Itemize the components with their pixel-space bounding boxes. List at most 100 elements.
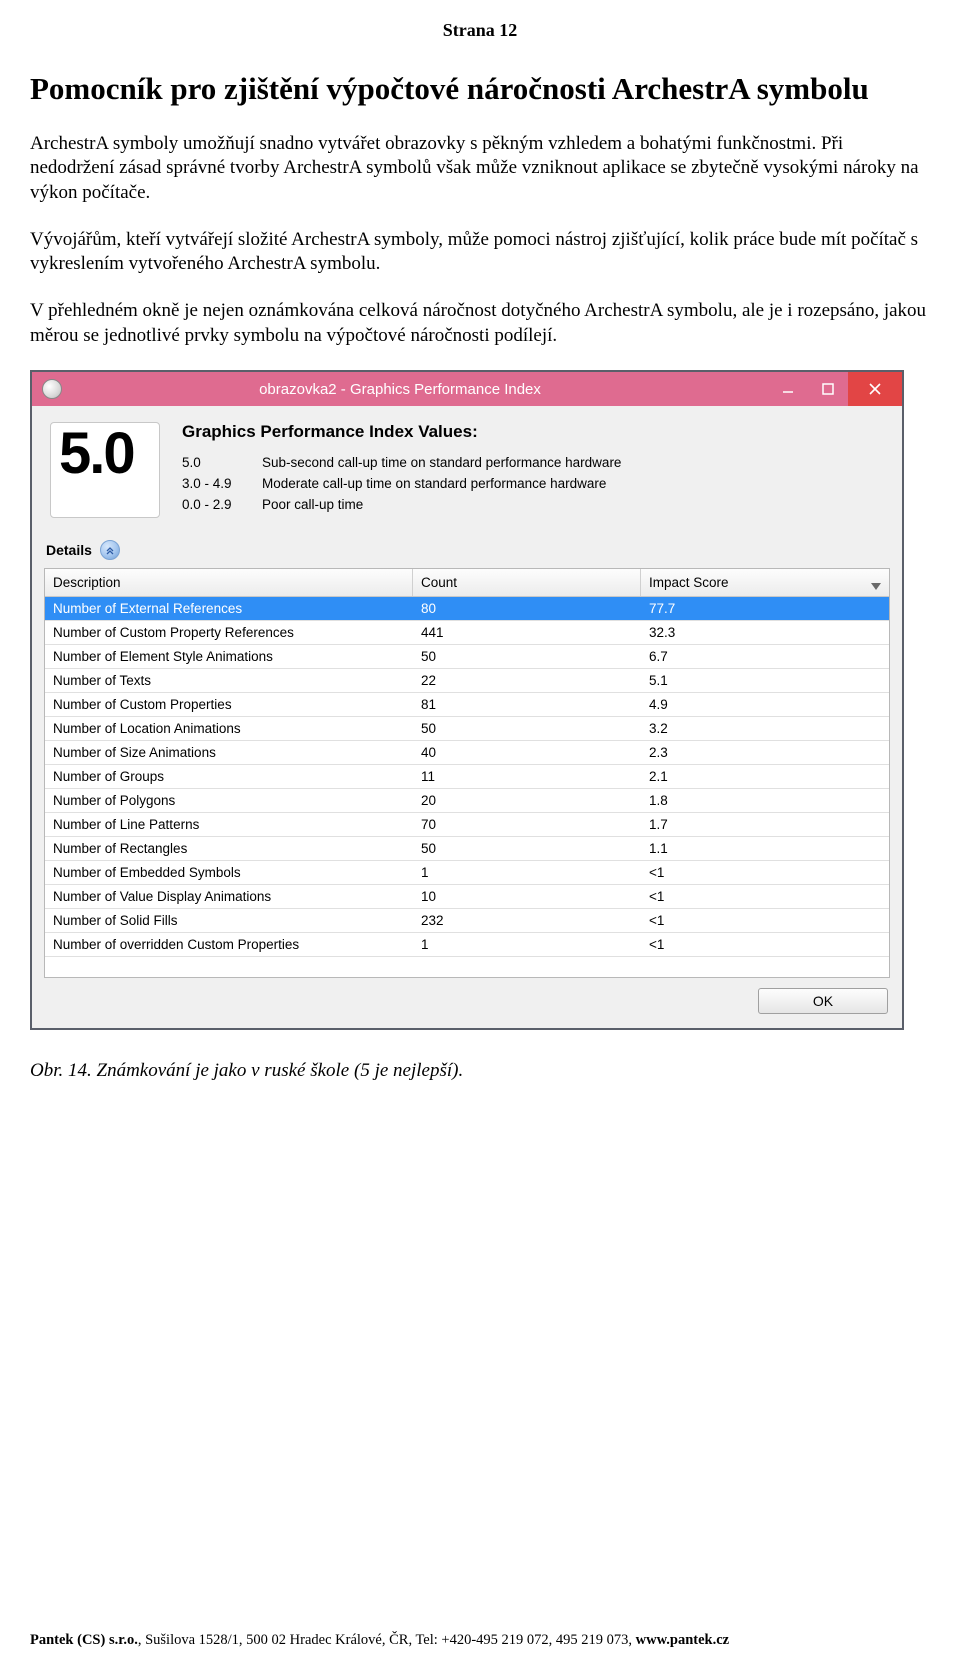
maximize-button[interactable] <box>808 372 848 406</box>
table-row[interactable]: Number of Polygons201.8 <box>45 789 889 813</box>
cell-description: Number of Polygons <box>45 789 413 812</box>
cell-impact-score: <1 <box>641 885 889 908</box>
cell-count: 50 <box>413 717 641 740</box>
table-row[interactable]: Number of Rectangles501.1 <box>45 837 889 861</box>
page-number: Strana 12 <box>30 20 930 41</box>
cell-description: Number of Embedded Symbols <box>45 861 413 884</box>
cell-count: 80 <box>413 597 641 620</box>
cell-description: Number of Groups <box>45 765 413 788</box>
cell-impact-score: 6.7 <box>641 645 889 668</box>
sort-desc-icon <box>871 579 881 594</box>
score-box: 5.0 <box>50 422 160 518</box>
cell-count: 20 <box>413 789 641 812</box>
cell-description: Number of Value Display Animations <box>45 885 413 908</box>
col-header-count[interactable]: Count <box>413 569 641 596</box>
cell-impact-score: <1 <box>641 909 889 932</box>
legend-desc: Moderate call-up time on standard perfor… <box>262 476 606 491</box>
footer-site: www.pantek.cz <box>636 1632 729 1648</box>
cell-description: Number of Rectangles <box>45 837 413 860</box>
cell-description: Number of overridden Custom Properties <box>45 933 413 956</box>
legend-desc: Sub-second call-up time on standard perf… <box>262 455 621 470</box>
cell-description: Number of Element Style Animations <box>45 645 413 668</box>
details-label: Details <box>46 542 92 558</box>
page-footer: Pantek (CS) s.r.o., Sušilova 1528/1, 500… <box>30 1632 930 1649</box>
table-row[interactable]: Number of Groups112.1 <box>45 765 889 789</box>
footer-company: Pantek (CS) s.r.o. <box>30 1632 138 1648</box>
table-row[interactable]: Number of Line Patterns701.7 <box>45 813 889 837</box>
legend-range: 3.0 - 4.9 <box>182 476 262 491</box>
table-row[interactable]: Number of Embedded Symbols1<1 <box>45 861 889 885</box>
cell-impact-score: 4.9 <box>641 693 889 716</box>
page-title: Pomocník pro zjištění výpočtové náročnos… <box>30 71 930 107</box>
table-row[interactable]: Number of Custom Properties814.9 <box>45 693 889 717</box>
figure-caption: Obr. 14. Známkování je jako v ruské škol… <box>30 1060 930 1082</box>
cell-count: 441 <box>413 621 641 644</box>
cell-description: Number of Custom Property References <box>45 621 413 644</box>
window-titlebar[interactable]: obrazovka2 - Graphics Performance Index <box>32 372 902 406</box>
cell-description: Number of Texts <box>45 669 413 692</box>
cell-count: 81 <box>413 693 641 716</box>
window-body: 5.0 Graphics Performance Index Values: 5… <box>32 406 902 1028</box>
table-row[interactable]: Number of Size Animations402.3 <box>45 741 889 765</box>
table-row[interactable]: Number of External References8077.7 <box>45 597 889 621</box>
cell-description: Number of Custom Properties <box>45 693 413 716</box>
cell-count: 232 <box>413 909 641 932</box>
cell-description: Number of External References <box>45 597 413 620</box>
cell-count: 22 <box>413 669 641 692</box>
cell-impact-score: 1.8 <box>641 789 889 812</box>
cell-impact-score: 77.7 <box>641 597 889 620</box>
cell-count: 10 <box>413 885 641 908</box>
gpi-heading: Graphics Performance Index Values: <box>182 422 884 442</box>
cell-description: Number of Size Animations <box>45 741 413 764</box>
grid-blank-row <box>45 957 889 977</box>
cell-impact-score: 5.1 <box>641 669 889 692</box>
grid-header[interactable]: Description Count Impact Score <box>45 569 889 597</box>
table-row[interactable]: Number of Solid Fills232<1 <box>45 909 889 933</box>
table-row[interactable]: Number of Element Style Animations506.7 <box>45 645 889 669</box>
details-grid: Description Count Impact Score Number of… <box>44 568 890 978</box>
minimize-button[interactable] <box>768 372 808 406</box>
paragraph-1: ArchestrA symboly umožňují snadno vytvář… <box>30 132 930 206</box>
table-row[interactable]: Number of Value Display Animations10<1 <box>45 885 889 909</box>
window-title: obrazovka2 - Graphics Performance Index <box>32 381 768 398</box>
legend-range: 0.0 - 2.9 <box>182 497 262 512</box>
cell-count: 1 <box>413 861 641 884</box>
table-row[interactable]: Number of Location Animations503.2 <box>45 717 889 741</box>
cell-impact-score: <1 <box>641 861 889 884</box>
cell-description: Number of Line Patterns <box>45 813 413 836</box>
table-row[interactable]: Number of Texts225.1 <box>45 669 889 693</box>
cell-count: 11 <box>413 765 641 788</box>
paragraph-2: Vývojářům, kteří vytvářejí složité Arche… <box>30 228 930 277</box>
score-value: 5.0 <box>59 425 134 483</box>
legend-desc: Poor call-up time <box>262 497 363 512</box>
cell-impact-score: 3.2 <box>641 717 889 740</box>
cell-impact-score: 1.7 <box>641 813 889 836</box>
cell-impact-score: <1 <box>641 933 889 956</box>
cell-count: 50 <box>413 645 641 668</box>
gpi-window: obrazovka2 - Graphics Performance Index … <box>30 370 904 1030</box>
table-row[interactable]: Number of Custom Property References4413… <box>45 621 889 645</box>
legend-row: 3.0 - 4.9 Moderate call-up time on stand… <box>182 473 884 494</box>
paragraph-3: V přehledném okně je nejen oznámkována c… <box>30 299 930 348</box>
cell-description: Number of Location Animations <box>45 717 413 740</box>
cell-count: 1 <box>413 933 641 956</box>
cell-impact-score: 1.1 <box>641 837 889 860</box>
footer-address: , Sušilova 1528/1, 500 02 Hradec Králové… <box>138 1632 636 1648</box>
cell-impact-score: 32.3 <box>641 621 889 644</box>
col-header-impact-score-label: Impact Score <box>649 575 729 590</box>
cell-impact-score: 2.3 <box>641 741 889 764</box>
cell-count: 70 <box>413 813 641 836</box>
cell-count: 40 <box>413 741 641 764</box>
legend-row: 0.0 - 2.9 Poor call-up time <box>182 494 884 515</box>
legend-range: 5.0 <box>182 455 262 470</box>
ok-button[interactable]: OK <box>758 988 888 1014</box>
close-button[interactable] <box>848 372 902 406</box>
col-header-description[interactable]: Description <box>45 569 413 596</box>
table-row[interactable]: Number of overridden Custom Properties1<… <box>45 933 889 957</box>
details-toggle-button[interactable] <box>100 540 120 560</box>
cell-description: Number of Solid Fills <box>45 909 413 932</box>
cell-count: 50 <box>413 837 641 860</box>
cell-impact-score: 2.1 <box>641 765 889 788</box>
col-header-impact-score[interactable]: Impact Score <box>641 569 889 596</box>
legend-row: 5.0 Sub-second call-up time on standard … <box>182 452 884 473</box>
